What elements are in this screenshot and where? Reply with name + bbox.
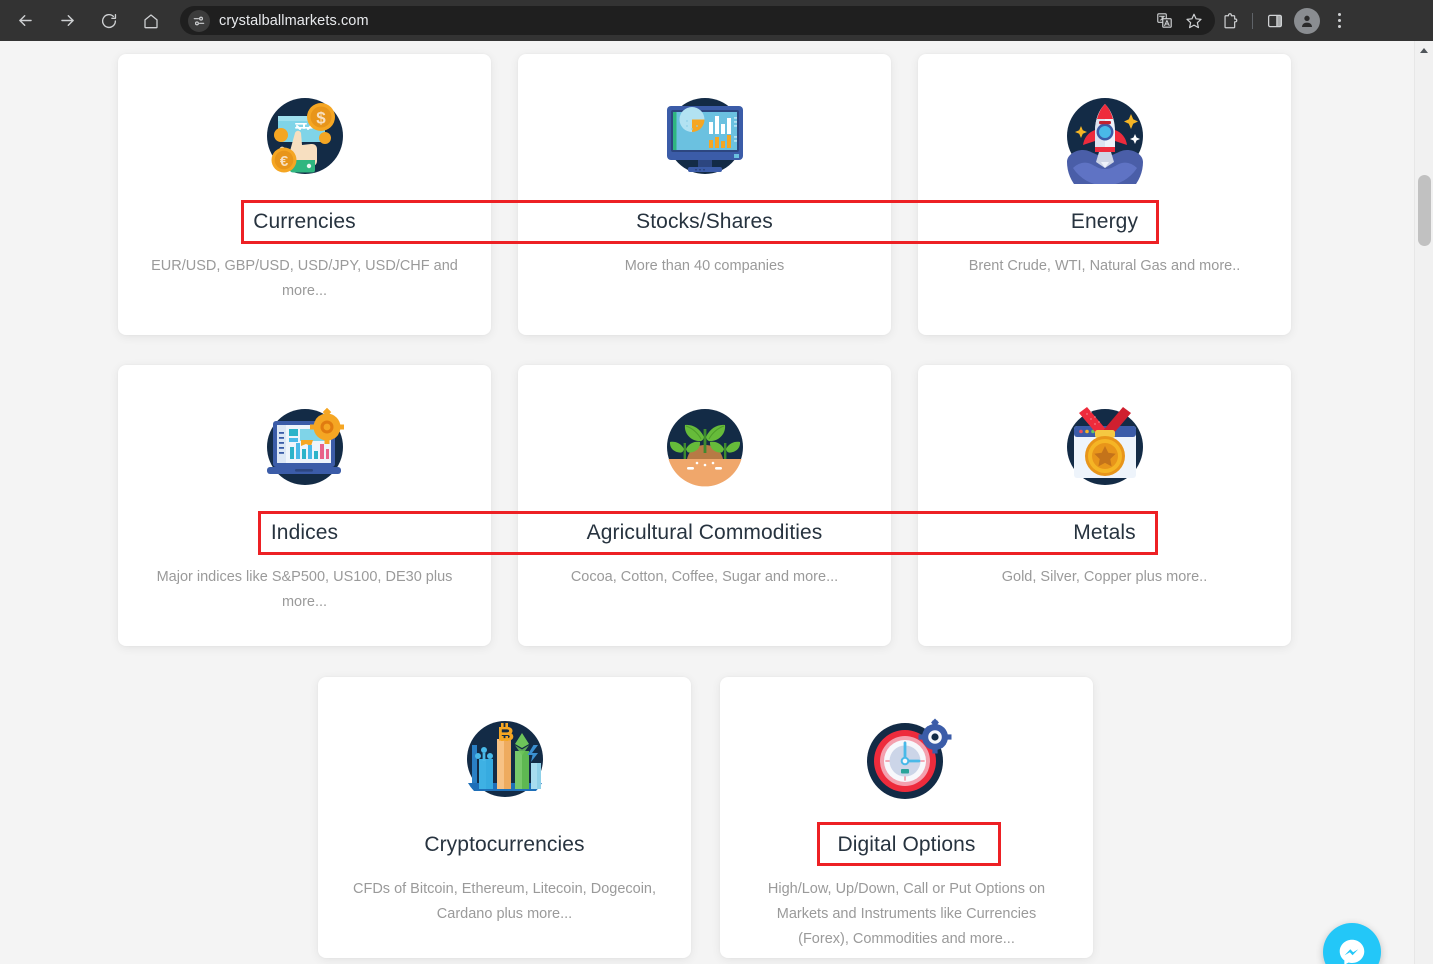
market-card-currencies[interactable]: $ € Currencies EUR/USD, GBP/USD, USD/JPY…	[118, 54, 491, 335]
gold-medal-icon	[1057, 399, 1153, 495]
bookmark-star-icon[interactable]	[1179, 6, 1209, 36]
laptop-gear-charts-icon	[257, 399, 353, 495]
svg-text:€: €	[279, 153, 288, 170]
scroll-up-arrow[interactable]	[1415, 41, 1433, 59]
page-scrollbar[interactable]	[1414, 41, 1433, 964]
market-card-digital-options[interactable]: Digital Options High/Low, Up/Down, Call …	[720, 677, 1093, 958]
monitor-charts-icon	[657, 88, 753, 184]
facebook-messenger-bubble[interactable]	[1323, 923, 1381, 964]
card-description: Major indices like S&P500, US100, DE30 p…	[156, 569, 453, 610]
url-text: crystalballmarkets.com	[219, 12, 369, 29]
market-card-indices[interactable]: Indices Major indices like S&P500, US100…	[118, 365, 491, 646]
card-title: Stocks/Shares	[636, 210, 773, 233]
reload-button[interactable]	[92, 4, 126, 38]
currencies-hand-coins-icon: $ €	[257, 88, 353, 184]
site-settings-icon[interactable]	[188, 9, 210, 32]
back-button[interactable]	[8, 4, 42, 38]
market-card-agricultural-commodities[interactable]: Agricultural Commodities Cocoa, Cotton, …	[518, 365, 891, 646]
card-description: Gold, Silver, Copper plus more..	[1001, 569, 1208, 585]
address-bar[interactable]: crystalballmarkets.com	[180, 6, 1215, 35]
card-title: Indices	[270, 521, 339, 544]
market-card-cryptocurrencies[interactable]: Cryptocurrencies CFDs of Bitcoin, Ethere…	[318, 677, 691, 958]
card-description: More than 40 companies	[624, 258, 785, 274]
translate-icon[interactable]	[1149, 6, 1179, 36]
card-description: CFDs of Bitcoin, Ethereum, Litecoin, Dog…	[352, 881, 657, 922]
card-title: Energy	[1070, 210, 1139, 233]
forward-button[interactable]	[50, 4, 84, 38]
card-row-1: $ € Currencies EUR/USD, GBP/USD, USD/JPY…	[118, 54, 1291, 335]
card-title: Metals	[1073, 521, 1136, 544]
card-description: Cocoa, Cotton, Coffee, Sugar and more...	[570, 569, 839, 585]
extensions-puzzle-icon[interactable]	[1215, 6, 1245, 36]
clock-gear-icon	[859, 711, 955, 807]
crypto-bars-icon	[457, 711, 553, 807]
side-panel-icon[interactable]	[1260, 6, 1290, 36]
svg-text:$: $	[316, 109, 326, 128]
card-title: Currencies	[253, 210, 356, 233]
messenger-icon	[1339, 939, 1365, 964]
card-row-3: Cryptocurrencies CFDs of Bitcoin, Ethere…	[318, 677, 1093, 958]
card-description: Brent Crude, WTI, Natural Gas and more..	[968, 258, 1241, 274]
toolbar-divider	[1252, 12, 1253, 29]
scrollbar-thumb[interactable]	[1418, 175, 1431, 246]
rocket-icon	[1057, 88, 1153, 184]
card-description: High/Low, Up/Down, Call or Put Options o…	[767, 881, 1046, 947]
market-card-energy[interactable]: Energy Brent Crude, WTI, Natural Gas and…	[918, 54, 1291, 335]
three-dot-menu-icon[interactable]	[1324, 6, 1354, 36]
market-card-stocks-shares[interactable]: Stocks/Shares More than 40 companies	[518, 54, 891, 335]
card-description: EUR/USD, GBP/USD, USD/JPY, USD/CHF and m…	[151, 258, 458, 299]
card-title: Agricultural Commodities	[586, 521, 823, 544]
card-row-2: Indices Major indices like S&P500, US100…	[118, 365, 1291, 646]
market-card-metals[interactable]: Metals Gold, Silver, Copper plus more..	[918, 365, 1291, 646]
home-button[interactable]	[134, 4, 168, 38]
omnibox-actions	[1149, 6, 1215, 36]
markets-page: $ € Currencies EUR/USD, GBP/USD, USD/JPY…	[0, 41, 1414, 964]
page-viewport: $ € Currencies EUR/USD, GBP/USD, USD/JPY…	[0, 41, 1433, 964]
card-title: Digital Options	[837, 833, 976, 856]
profile-avatar[interactable]	[1294, 7, 1320, 34]
card-title: Cryptocurrencies	[424, 833, 585, 856]
toolbar-right-actions	[1215, 6, 1360, 36]
sprout-plants-icon	[657, 399, 753, 495]
browser-toolbar: crystalballmarkets.com	[0, 0, 1433, 41]
